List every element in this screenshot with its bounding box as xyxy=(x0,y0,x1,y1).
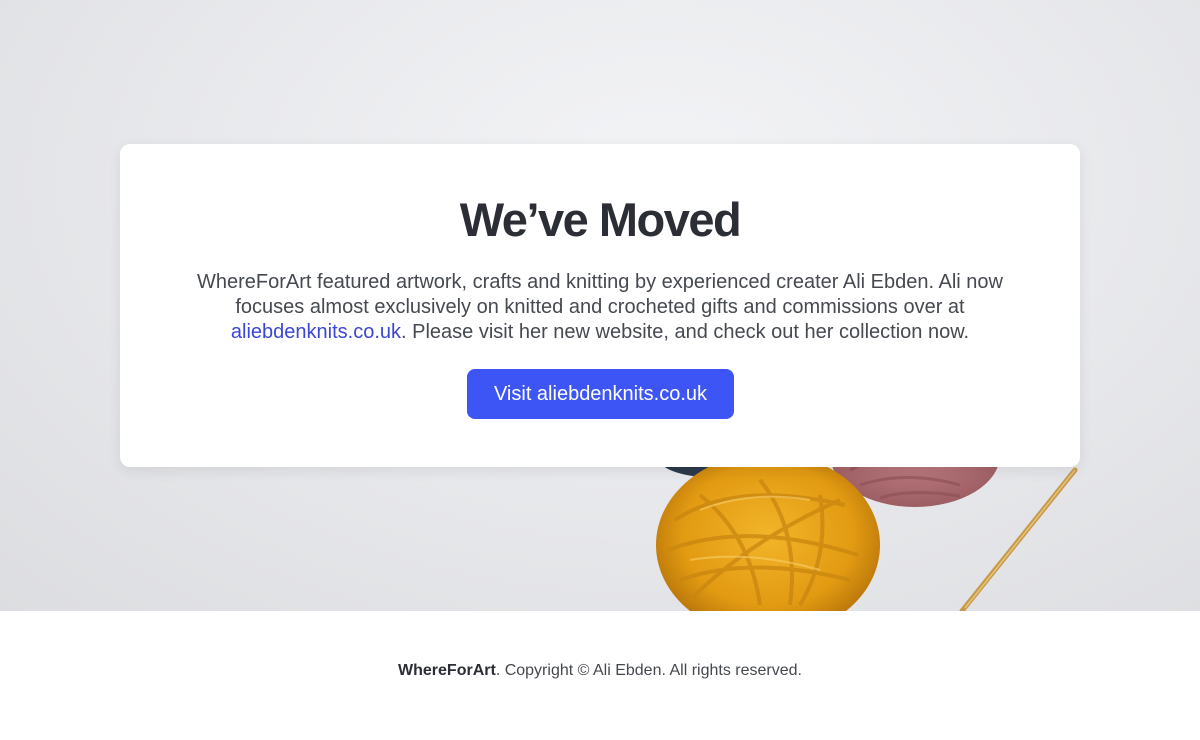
notice-description: WhereForArt featured artwork, crafts and… xyxy=(176,270,1024,345)
copyright-notice: WhereForArt. Copyright © Ali Ebden. All … xyxy=(0,662,1200,680)
visit-new-site-button[interactable]: Visit aliebdenknits.co.uk xyxy=(467,369,734,419)
description-text: WhereForArt featured artwork, crafts and… xyxy=(197,271,1003,318)
footer-copyright: . Copyright © Ali Ebden. All rights rese… xyxy=(495,662,802,679)
footer: WhereForArt. Copyright © Ali Ebden. All … xyxy=(0,611,1200,740)
new-site-link[interactable]: aliebdenknits.co.uk xyxy=(231,321,401,343)
description-text-end: . Please visit her new website, and chec… xyxy=(401,321,970,343)
moved-notice-card: We’ve Moved WhereForArt featured artwork… xyxy=(120,144,1080,467)
hero-section: We’ve Moved WhereForArt featured artwork… xyxy=(0,0,1200,611)
footer-brand: WhereForArt xyxy=(398,662,496,679)
page-title: We’ve Moved xyxy=(459,193,742,246)
